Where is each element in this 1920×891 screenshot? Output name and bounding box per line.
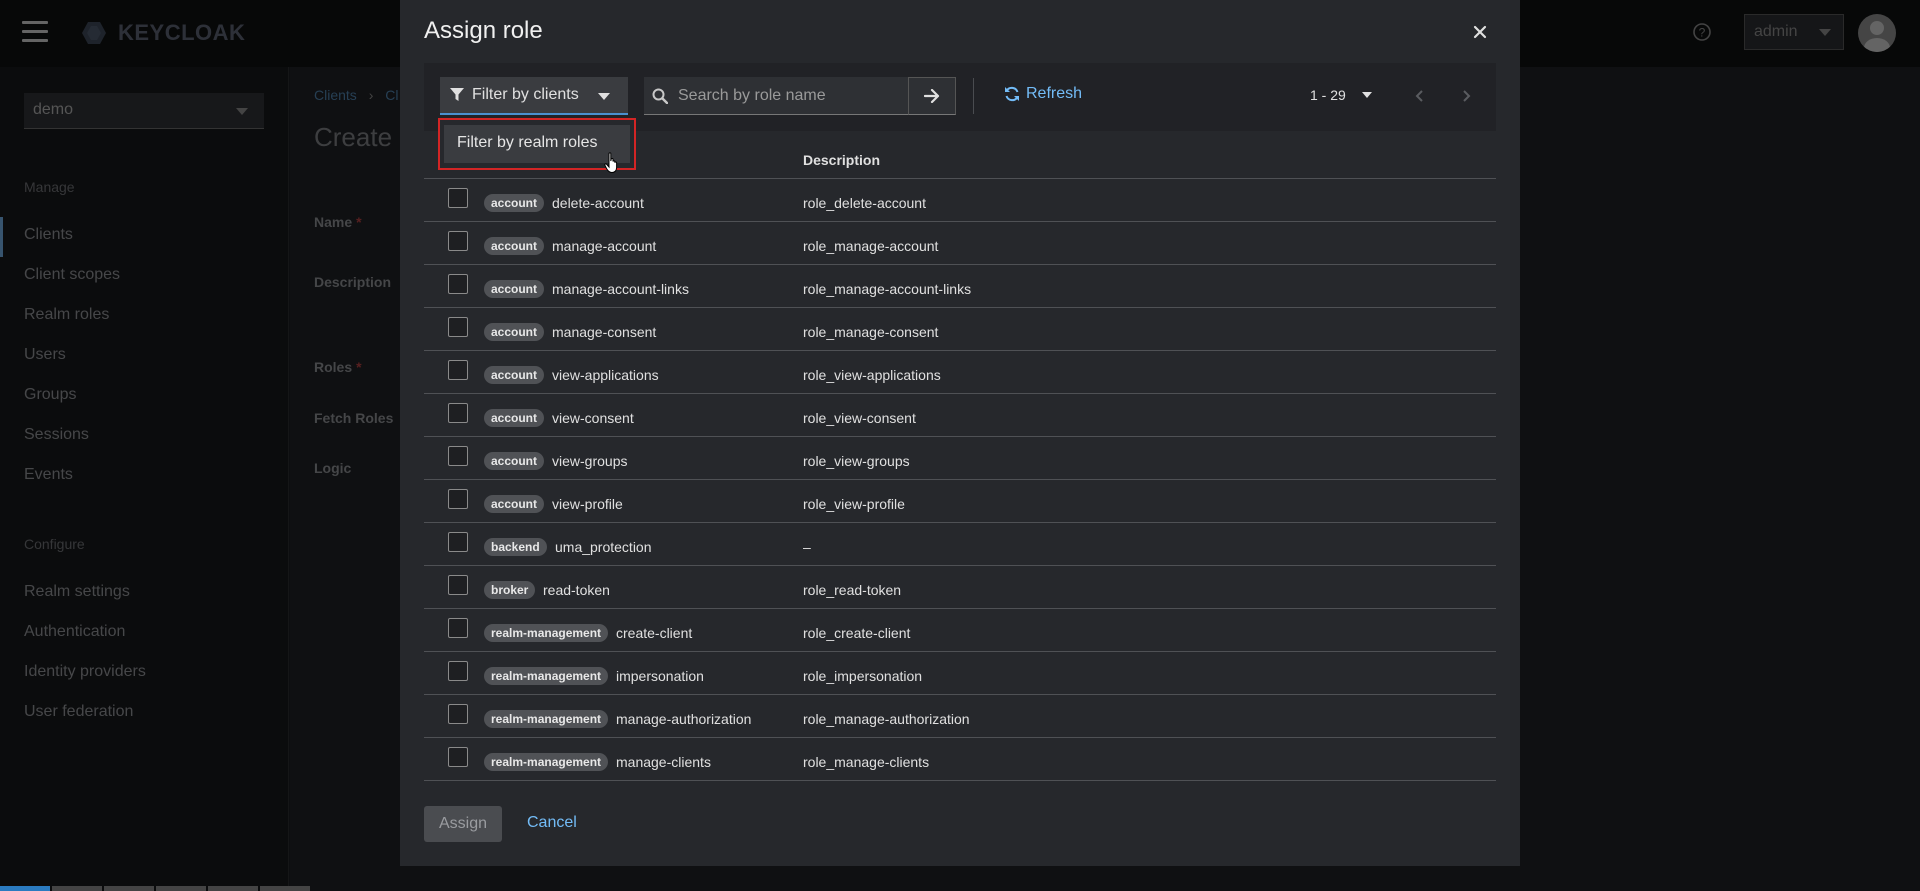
role-name: view-profile bbox=[552, 496, 623, 512]
refresh-icon bbox=[1005, 86, 1019, 102]
table-row: backend uma_protection – bbox=[424, 523, 1496, 566]
table-row: account view-groups role_view-groups bbox=[424, 437, 1496, 480]
role-description: role_view-profile bbox=[803, 496, 905, 512]
role-name: manage-authorization bbox=[616, 711, 752, 727]
row-checkbox[interactable] bbox=[448, 661, 468, 681]
hand-cursor-icon bbox=[604, 152, 618, 174]
role-description: role_view-consent bbox=[803, 410, 916, 426]
table-row: realm-management impersonation role_impers… bbox=[424, 652, 1496, 695]
table-row: account manage-account-links role_manage-a… bbox=[424, 265, 1496, 308]
next-page-icon[interactable] bbox=[1458, 87, 1474, 105]
close-icon[interactable] bbox=[1470, 22, 1490, 42]
toolbar-divider bbox=[973, 78, 974, 114]
row-checkbox[interactable] bbox=[448, 403, 468, 423]
bottom-strip bbox=[0, 886, 420, 891]
role-description: role_manage-consent bbox=[803, 324, 939, 340]
row-checkbox[interactable] bbox=[448, 575, 468, 595]
modal-title: Assign role bbox=[424, 17, 543, 44]
role-description: role_create-client bbox=[803, 625, 911, 641]
role-description: role_view-applications bbox=[803, 367, 941, 383]
table-row: account view-consent role_view-consent bbox=[424, 394, 1496, 437]
cancel-button[interactable]: Cancel bbox=[527, 814, 577, 832]
client-badge: account bbox=[484, 452, 545, 470]
role-name: view-applications bbox=[552, 367, 659, 383]
filter-dropdown-menu: Filter by realm roles bbox=[438, 118, 636, 174]
row-checkbox[interactable] bbox=[448, 704, 468, 724]
role-description: role_manage-account-links bbox=[803, 281, 972, 297]
role-name: impersonation bbox=[616, 668, 704, 684]
role-name: manage-consent bbox=[552, 324, 657, 340]
previous-page-icon[interactable] bbox=[1412, 87, 1428, 105]
search-submit-button[interactable] bbox=[908, 77, 956, 115]
role-name: delete-account bbox=[552, 195, 644, 211]
client-badge: realm-management bbox=[484, 710, 609, 728]
table-row: broker read-token role_read-token bbox=[424, 566, 1496, 609]
role-name: create-client bbox=[616, 625, 693, 641]
column-header-description[interactable]: Description bbox=[803, 152, 880, 168]
role-description: role_manage-authorization bbox=[803, 711, 970, 727]
role-name: uma_protection bbox=[555, 539, 652, 555]
arrow-right-icon bbox=[924, 89, 940, 103]
table-row: realm-management manage-clients role_manag… bbox=[424, 738, 1496, 781]
assign-role-modal: Assign role Filter by clients Search by … bbox=[400, 0, 1520, 866]
client-badge: backend bbox=[484, 538, 547, 556]
table-row: account manage-consent role_manage-consent bbox=[424, 308, 1496, 351]
refresh-button[interactable]: Refresh bbox=[1004, 85, 1082, 103]
client-badge: realm-management bbox=[484, 753, 609, 771]
client-badge: realm-management bbox=[484, 667, 609, 685]
role-description: – bbox=[803, 539, 811, 555]
pagination-range: 1 - 29 bbox=[1310, 87, 1346, 103]
client-badge: broker bbox=[484, 581, 536, 599]
table-row: account view-profile role_view-profile bbox=[424, 480, 1496, 523]
role-description: role_delete-account bbox=[803, 195, 926, 211]
pagination-toggle[interactable]: 1 - 29 bbox=[1310, 87, 1372, 103]
client-badge: realm-management bbox=[484, 624, 609, 642]
table-row: account delete-account role_delete-account bbox=[424, 179, 1496, 222]
refresh-label: Refresh bbox=[1026, 85, 1083, 102]
client-badge: account bbox=[484, 323, 545, 341]
client-badge: account bbox=[484, 194, 545, 212]
role-description: role_impersonation bbox=[803, 668, 923, 684]
role-name: view-consent bbox=[552, 410, 634, 426]
role-name: read-token bbox=[543, 582, 610, 598]
role-description: role_manage-clients bbox=[803, 754, 930, 770]
search-icon bbox=[652, 88, 668, 104]
row-checkbox[interactable] bbox=[448, 446, 468, 466]
table-row: account manage-account role_manage-account bbox=[424, 222, 1496, 265]
row-checkbox[interactable] bbox=[448, 188, 468, 208]
role-name: manage-clients bbox=[616, 754, 711, 770]
client-badge: account bbox=[484, 280, 545, 298]
client-badge: account bbox=[484, 366, 545, 384]
row-checkbox[interactable] bbox=[448, 360, 468, 380]
row-checkbox[interactable] bbox=[448, 618, 468, 638]
role-description: role_read-token bbox=[803, 582, 902, 598]
assign-button[interactable]: Assign bbox=[424, 806, 502, 842]
chevron-down-icon bbox=[1361, 92, 1372, 98]
row-checkbox[interactable] bbox=[448, 489, 468, 509]
row-checkbox[interactable] bbox=[448, 274, 468, 294]
role-description: role_view-groups bbox=[803, 453, 910, 469]
row-checkbox[interactable] bbox=[448, 747, 468, 767]
search-box bbox=[644, 77, 908, 115]
row-checkbox[interactable] bbox=[448, 532, 468, 552]
role-name: manage-account bbox=[552, 238, 657, 254]
table-row: realm-management create-client role_create… bbox=[424, 609, 1496, 652]
role-description: role_manage-account bbox=[803, 238, 939, 254]
chevron-down-icon bbox=[598, 93, 610, 100]
roles-table: Description account delete-account role_de… bbox=[424, 131, 1496, 781]
search-input[interactable] bbox=[678, 86, 898, 105]
role-name: manage-account-links bbox=[552, 281, 689, 297]
client-badge: account bbox=[484, 409, 545, 427]
filter-label: Filter by clients bbox=[472, 86, 579, 103]
filter-option-realm-roles[interactable]: Filter by realm roles bbox=[444, 125, 630, 163]
filter-icon bbox=[450, 88, 464, 101]
client-badge: account bbox=[484, 495, 545, 513]
row-checkbox[interactable] bbox=[448, 317, 468, 337]
row-checkbox[interactable] bbox=[448, 231, 468, 251]
role-name: view-groups bbox=[552, 453, 628, 469]
table-row: account view-applications role_view-applic… bbox=[424, 351, 1496, 394]
client-badge: account bbox=[484, 237, 545, 255]
filter-dropdown[interactable]: Filter by clients bbox=[440, 77, 628, 115]
table-row: realm-management manage-authorization role… bbox=[424, 695, 1496, 738]
